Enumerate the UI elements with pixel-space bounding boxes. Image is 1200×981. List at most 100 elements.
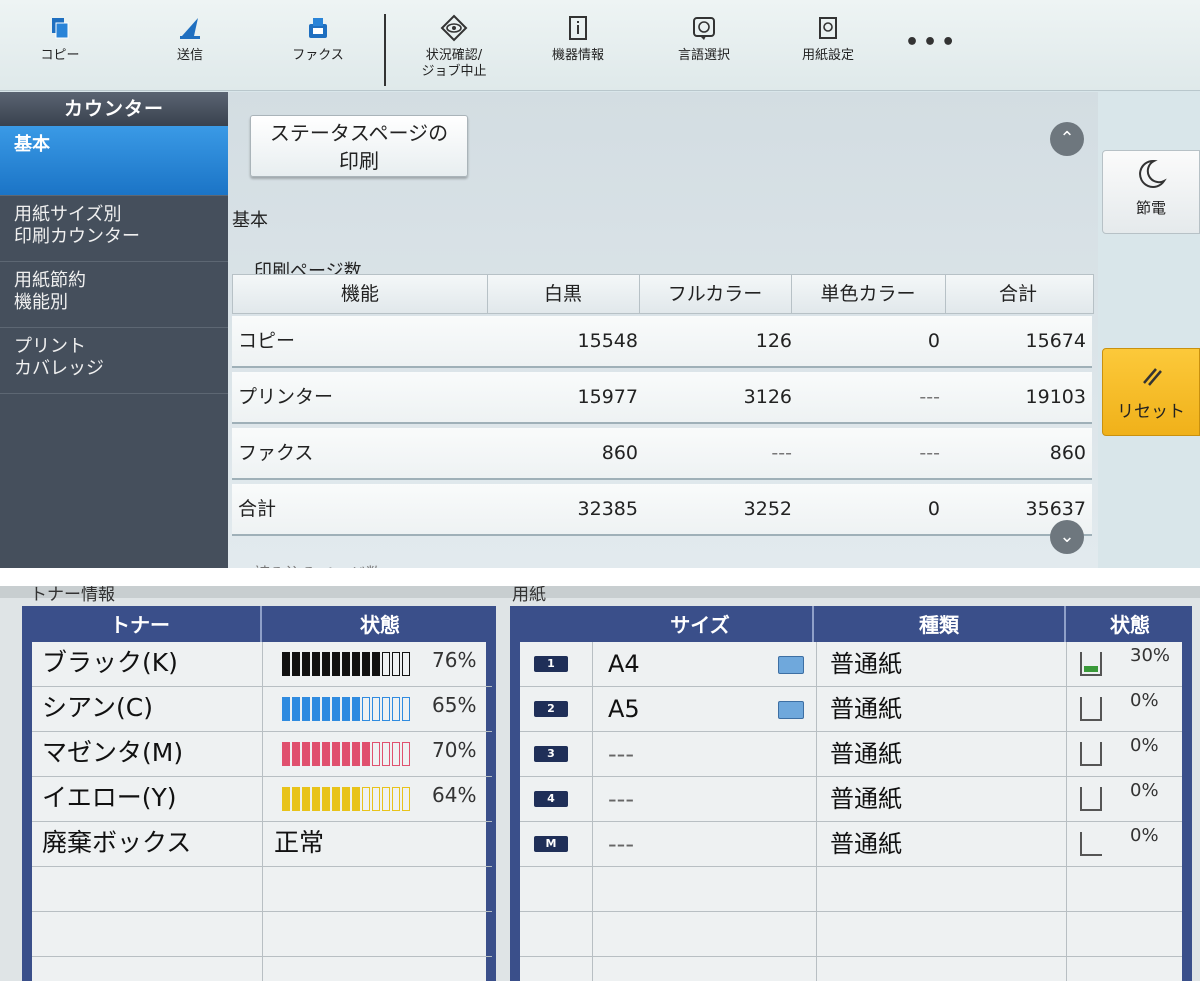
toolbar-language-button[interactable]: 言語選択 — [654, 14, 754, 64]
language-icon — [693, 17, 715, 40]
sidebar-item-basic[interactable]: 基本 — [0, 126, 228, 196]
table-row: ファクス 860 --- --- 860 — [232, 428, 1092, 480]
paper-level-gauge — [1080, 697, 1102, 721]
toner-segment — [402, 787, 410, 811]
paper-size: --- — [608, 740, 634, 768]
table-row: コピー 15548 126 0 15674 — [232, 316, 1092, 368]
print-status-page-button[interactable]: ステータスページの 印刷 — [250, 115, 468, 177]
reset-slash-icon — [1143, 368, 1162, 386]
toner-segment — [372, 697, 380, 721]
cell-value: 15977 — [577, 386, 638, 408]
toner-segment — [342, 652, 350, 676]
toner-segment — [362, 742, 370, 766]
toner-segment — [372, 652, 380, 676]
toner-segment — [372, 742, 380, 766]
toner-percent: 76% — [432, 648, 477, 672]
header-strip — [0, 586, 1200, 598]
toner-segment — [362, 697, 370, 721]
tray-row[interactable]: M --- 普通紙 0% — [520, 822, 1182, 867]
toner-segment — [392, 697, 400, 721]
cell-value: 3252 — [743, 498, 792, 520]
row-label: コピー — [238, 330, 296, 352]
paper-level-fill — [1084, 666, 1098, 672]
sidebar-item-size-counter[interactable]: 用紙サイズ別 印刷カウンター — [0, 196, 228, 262]
table-header: 機能 白黒 フルカラー 単色カラー 合計 — [232, 274, 1094, 314]
row-label: ファクス — [238, 442, 314, 464]
sidebar-item-label: 用紙サイズ別 印刷カウンター — [14, 204, 140, 247]
toner-segment — [282, 652, 290, 676]
next-section-title: 読み込みページ数 — [254, 560, 382, 568]
toner-segment — [362, 787, 370, 811]
paper-level-gauge — [1080, 787, 1102, 811]
toolbar-fax-label: ファクス — [292, 48, 344, 63]
cell-value: 126 — [755, 330, 792, 352]
toner-segment — [342, 787, 350, 811]
toner-segment — [332, 742, 340, 766]
toner-segment — [382, 697, 390, 721]
toner-segment — [392, 787, 400, 811]
tray-row[interactable]: 3 --- 普通紙 0% — [520, 732, 1182, 777]
empty-row — [520, 867, 1182, 912]
paper-tray-list: 1 A4 普通紙 30% 2 A5 普通紙 0% 3 --- 普通紙 0% 4 … — [520, 642, 1182, 981]
copy-icon — [52, 18, 69, 39]
row-label: プリンター — [238, 386, 334, 408]
table-row: 合計 32385 3252 0 35637 — [232, 484, 1092, 536]
paper-type: 普通紙 — [830, 650, 902, 678]
cell-value: 860 — [1049, 442, 1086, 464]
toner-segment — [322, 697, 330, 721]
toner-segment — [312, 697, 320, 721]
energy-saver-button[interactable]: 節電 — [1102, 150, 1200, 234]
energy-saver-label: 節電 — [1135, 199, 1166, 217]
toner-segment — [292, 742, 300, 766]
toolbar-copy-button[interactable]: コピー — [10, 14, 110, 64]
moon-icon — [1139, 159, 1167, 188]
toner-segment — [302, 652, 310, 676]
tray-row[interactable]: 2 A5 普通紙 0% — [520, 687, 1182, 732]
toner-name: イエロー(Y) — [42, 783, 177, 812]
toolbar-job-status-button[interactable]: 状況確認/ ジョブ中止 — [404, 14, 504, 80]
column-header: 白黒 — [487, 275, 640, 313]
toner-panel: トナー 状態 ブラック(K) 76% シアン(C) 65% マゼンタ(M) 70… — [22, 606, 496, 981]
type-header: 種類 — [812, 606, 1064, 642]
tray-number-badge: 1 — [534, 656, 568, 672]
send-icon — [180, 18, 200, 39]
toolbar-job-status-label: 状況確認/ ジョブ中止 — [421, 48, 487, 79]
counter-sidebar: カウンター 基本 用紙サイズ別 印刷カウンター 用紙節約 機能別 プリント カバ… — [0, 92, 228, 568]
toner-percent: 64% — [432, 783, 477, 807]
toner-segment — [332, 652, 340, 676]
toner-segment — [312, 742, 320, 766]
toner-segment — [342, 697, 350, 721]
tray-row[interactable]: 1 A4 普通紙 30% — [520, 642, 1182, 687]
scroll-down-icon[interactable]: ⌄ — [1050, 520, 1084, 554]
more-menu-button[interactable]: ••• — [905, 30, 959, 55]
sidebar-item-label: プリント カバレッジ — [14, 336, 104, 379]
toolbar-device-info-button[interactable]: 機器情報 — [528, 14, 628, 64]
sidebar-item-label: 用紙節約 機能別 — [14, 270, 86, 313]
paper-section-label: 用紙 — [512, 586, 546, 605]
tray-number-badge: 2 — [534, 701, 568, 717]
tray-row[interactable]: 4 --- 普通紙 0% — [520, 777, 1182, 822]
toner-segment — [332, 697, 340, 721]
cell-value: 0 — [927, 498, 940, 520]
toner-segment — [292, 787, 300, 811]
paper-percent: 0% — [1130, 735, 1159, 756]
reset-button[interactable]: リセット — [1102, 348, 1200, 436]
toolbar-send-button[interactable]: 送信 — [140, 14, 240, 64]
paper-panel: サイズ 種類 状態 1 A4 普通紙 30% 2 A5 普通紙 0% 3 ---… — [510, 606, 1192, 981]
sidebar-item-paper-saving[interactable]: 用紙節約 機能別 — [0, 262, 228, 328]
toolbar-fax-button[interactable]: ファクス — [268, 14, 368, 64]
toner-segment — [402, 652, 410, 676]
sidebar-header: カウンター — [0, 92, 228, 126]
toner-segment — [392, 742, 400, 766]
sidebar-item-print-coverage[interactable]: プリント カバレッジ — [0, 328, 228, 394]
paper-percent: 0% — [1130, 690, 1159, 711]
toner-segment — [322, 787, 330, 811]
scroll-up-icon[interactable]: ⌃ — [1050, 122, 1084, 156]
waste-box-row: 廃棄ボックス 正常 — [32, 822, 492, 867]
paper-size: --- — [608, 785, 634, 813]
toner-segment — [302, 787, 310, 811]
toolbar-paper-settings-button[interactable]: 用紙設定 — [778, 14, 878, 64]
paper-type: 普通紙 — [830, 695, 902, 723]
toner-level-bar — [282, 652, 412, 676]
paper-size: --- — [608, 830, 634, 858]
